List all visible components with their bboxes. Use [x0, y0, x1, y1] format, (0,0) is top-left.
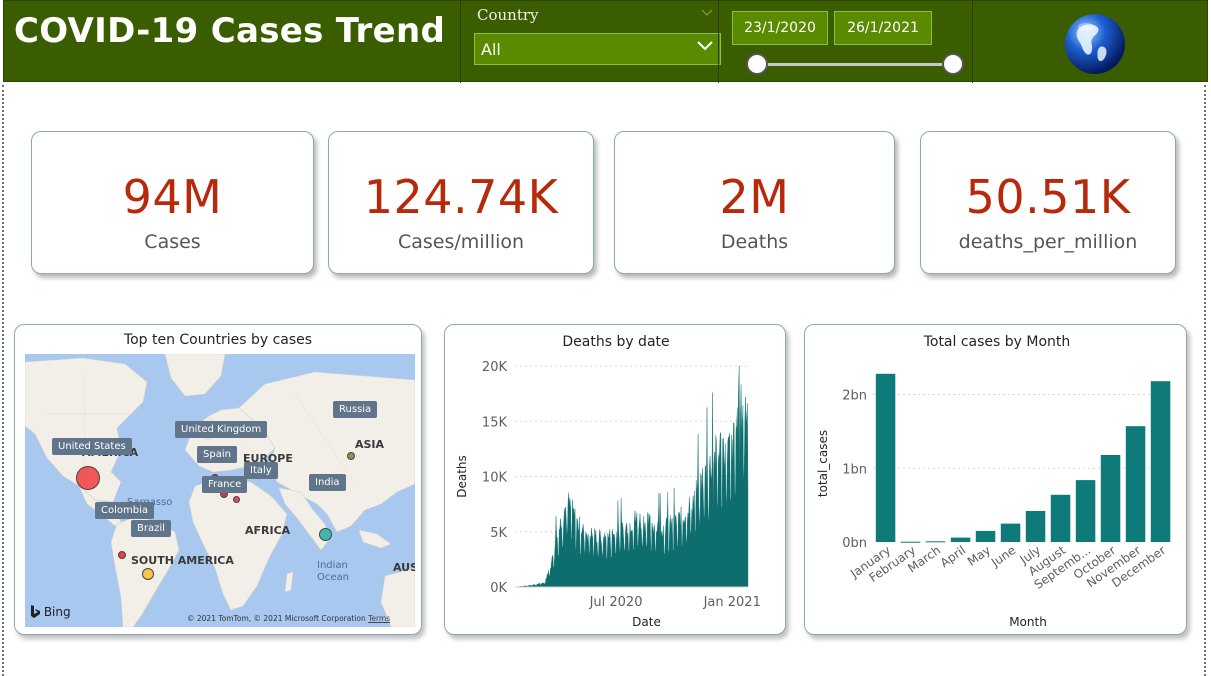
y-tick-label: 1bn — [842, 462, 867, 477]
country-tag[interactable]: Spain — [197, 446, 237, 463]
total-cases-by-month-chart[interactable]: Total cases by Month 0bn 1bn 2bn total_cases… — [805, 325, 1188, 636]
bing-attribution: Bing — [30, 605, 71, 619]
bar-august — [1050, 494, 1071, 542]
chevron-down-icon — [701, 9, 713, 16]
world-map[interactable]: AMERICA EUROPE ASIA AFRICA SOUTH AMERICA… — [25, 354, 415, 627]
country-dropdown[interactable]: All — [474, 33, 721, 65]
end-date-handle[interactable] — [942, 53, 964, 75]
globe-icon — [1065, 14, 1125, 74]
bar-may — [975, 530, 996, 542]
bing-logo-icon — [31, 605, 40, 618]
map-panel-title: Top ten Countries by cases — [123, 332, 313, 348]
y-tick-label: 5K — [490, 526, 507, 541]
country-tag[interactable]: India — [309, 474, 346, 491]
x-tick-label: April — [938, 543, 969, 570]
kpi-value: 50.51K — [965, 170, 1131, 224]
header-banner: COVID-19 Cases Trend Country All 23/1/20… — [3, 0, 1208, 83]
bar-septemb — [1075, 480, 1096, 542]
end-date-input[interactable]: 26/1/2021 — [834, 11, 932, 45]
kpi-label: Cases — [144, 231, 201, 253]
kpi-value: 124.74K — [363, 170, 559, 224]
kpi-label: Deaths — [720, 231, 789, 253]
y-tick-label: 15K — [482, 415, 508, 430]
x-tick-label: Jul 2020 — [589, 595, 643, 610]
country-tag[interactable]: France — [202, 476, 248, 493]
x-tick-label: June — [988, 543, 1018, 570]
country-dropdown-value: All — [481, 39, 501, 59]
header-divider — [718, 1, 719, 83]
y-tick-label: 20K — [482, 360, 508, 375]
map-bubble[interactable] — [347, 452, 355, 460]
kpi-value: 94M — [122, 170, 223, 224]
bar-june — [1000, 523, 1021, 542]
continent-label: AFRICA — [245, 524, 291, 537]
y-tick-label: 2bn — [842, 389, 867, 404]
bar-july — [1025, 511, 1046, 542]
chart-title: Deaths by date — [562, 334, 669, 350]
country-tag[interactable]: United Kingdom — [175, 421, 268, 438]
x-axis-title: Date — [632, 615, 661, 629]
date-range-slider[interactable] — [748, 63, 958, 66]
y-tick-label: 10K — [482, 471, 508, 486]
country-tag[interactable]: Russia — [333, 401, 378, 418]
start-date-handle[interactable] — [746, 53, 768, 75]
chevron-down-icon — [697, 41, 713, 51]
country-tag[interactable]: Colombia — [95, 502, 154, 519]
ocean-label: Indian Ocean — [317, 560, 349, 583]
bar-february — [900, 541, 921, 543]
y-axis-title: Deaths — [455, 455, 469, 498]
bar-april — [950, 537, 971, 542]
header-divider — [460, 1, 461, 83]
dashboard-title: COVID-19 Cases Trend — [14, 11, 446, 51]
kpi-value: 2M — [719, 170, 790, 224]
map-bubble[interactable] — [319, 528, 332, 541]
continent-label: SOUTH AMERICA — [131, 554, 234, 567]
y-tick-label: 0K — [490, 581, 507, 596]
continent-label: ASIA — [355, 438, 385, 451]
map-bubble[interactable] — [233, 496, 240, 503]
chart-title: Total cases by Month — [923, 334, 1071, 350]
kpi-card-cases: 94M Cases — [31, 131, 314, 274]
continent-label: AUS — [393, 561, 415, 574]
kpi-card-cases-per-million: 124.74K Cases/million — [328, 131, 594, 274]
x-tick-label: May — [965, 543, 993, 569]
deaths-chart-panel: Deaths by date 0K 5K 10K 15K 20K Deaths Date Jul… — [444, 324, 786, 635]
country-tag[interactable]: United States — [52, 438, 132, 455]
monthly-cases-panel: Total cases by Month 0bn 1bn 2bn total_cases… — [804, 324, 1187, 635]
country-filter-label: Country — [477, 6, 539, 24]
country-tag[interactable]: Italy — [244, 462, 278, 479]
right-border-line — [1204, 85, 1206, 676]
left-border-line — [2, 85, 4, 676]
y-axis-title: total_cases — [816, 430, 830, 497]
terms-link[interactable]: Terms — [368, 614, 390, 623]
kpi-card-deaths-per-million: 50.51K deaths_per_million — [920, 131, 1176, 274]
map-bubble[interactable] — [142, 568, 154, 580]
bar-december — [1150, 381, 1171, 542]
kpi-card-deaths: 2M Deaths — [614, 131, 895, 274]
x-tick-label: Jan 2021 — [703, 595, 761, 610]
map-bubble[interactable] — [76, 466, 100, 490]
y-tick-label: 0bn — [842, 536, 867, 551]
x-axis-title: Month — [1009, 615, 1047, 629]
start-date-input[interactable]: 23/1/2020 — [732, 11, 828, 45]
deaths-by-date-chart[interactable]: Deaths by date 0K 5K 10K 15K 20K Deaths Date Jul… — [445, 325, 787, 636]
bar-october — [1100, 455, 1121, 542]
bar-march — [925, 541, 946, 543]
copyright-text: © 2021 TomTom, © 2021 Microsoft Corporat… — [187, 614, 366, 623]
dashboard: COVID-19 Cases Trend Country All 23/1/20… — [0, 0, 1211, 676]
bar-january — [875, 373, 896, 542]
bar-november — [1125, 426, 1146, 542]
header-divider — [972, 1, 973, 83]
bing-label: Bing — [43, 605, 71, 619]
country-tag[interactable]: Brazil — [131, 520, 171, 537]
kpi-label: deaths_per_million — [958, 231, 1138, 253]
map-bubble[interactable] — [118, 551, 126, 559]
map-copyright: © 2021 TomTom, © 2021 Microsoft Corporat… — [187, 614, 390, 623]
kpi-label: Cases/million — [397, 231, 525, 253]
map-panel: Top ten Countries by cases EUROPE ASIA A… — [14, 324, 422, 635]
